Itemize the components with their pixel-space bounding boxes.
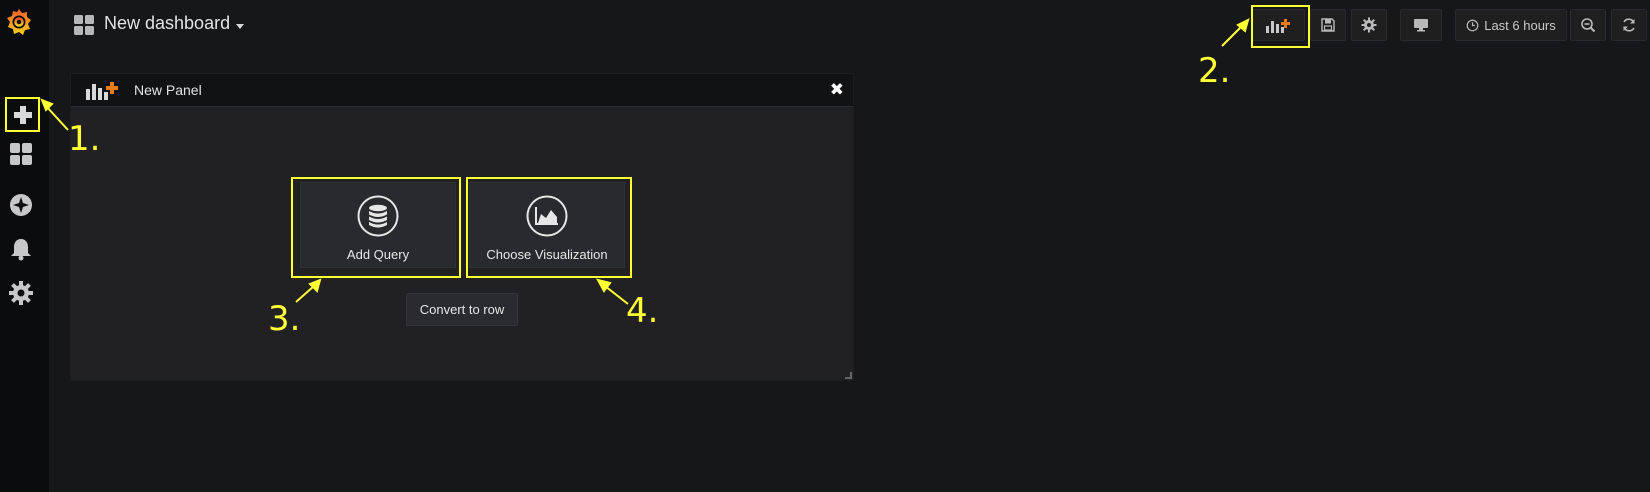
explore-compass-icon[interactable] bbox=[8, 192, 34, 218]
convert-to-row-button[interactable]: Convert to row bbox=[406, 293, 518, 326]
close-icon[interactable]: ✖ bbox=[830, 80, 844, 100]
new-panel: New Panel ✖ Add Query Choose Visualizati… bbox=[70, 73, 854, 381]
gear-icon bbox=[1361, 17, 1377, 33]
annotation-arrow-2 bbox=[1221, 24, 1244, 47]
save-icon bbox=[1321, 18, 1335, 32]
refresh-button[interactable] bbox=[1611, 9, 1647, 41]
bell-icon[interactable] bbox=[8, 236, 34, 262]
annotation-box-3 bbox=[291, 177, 461, 278]
gear-icon[interactable] bbox=[8, 280, 34, 306]
sidebar bbox=[0, 0, 49, 492]
resize-handle-icon[interactable] bbox=[845, 372, 852, 379]
zoom-out-button[interactable] bbox=[1570, 9, 1606, 41]
settings-button[interactable] bbox=[1351, 9, 1387, 41]
refresh-icon bbox=[1623, 18, 1635, 32]
save-button[interactable] bbox=[1310, 9, 1346, 41]
annotation-box-2 bbox=[1251, 5, 1310, 48]
chevron-down-icon[interactable] bbox=[236, 24, 244, 29]
dashboard-grid-icon bbox=[74, 15, 94, 35]
dashboard-title[interactable]: New dashboard bbox=[104, 13, 230, 34]
annotation-box-4 bbox=[466, 177, 632, 278]
panel-header[interactable]: New Panel ✖ bbox=[71, 74, 853, 107]
add-panel-icon bbox=[86, 82, 118, 100]
dashboards-icon[interactable] bbox=[8, 141, 34, 167]
annotation-label-2: 2. bbox=[1198, 51, 1230, 91]
annotation-arrowhead-2 bbox=[1236, 18, 1250, 33]
panel-title: New Panel bbox=[134, 82, 202, 98]
monitor-icon bbox=[1414, 19, 1428, 32]
grafana-logo[interactable] bbox=[5, 7, 33, 37]
annotation-box-1 bbox=[5, 97, 40, 132]
time-range-picker[interactable]: Last 6 hours bbox=[1455, 9, 1567, 41]
time-range-label: Last 6 hours bbox=[1484, 17, 1556, 33]
annotation-arrow-1 bbox=[45, 105, 69, 131]
clock-icon bbox=[1466, 19, 1479, 31]
zoom-out-icon bbox=[1581, 18, 1596, 33]
view-mode-button[interactable] bbox=[1400, 9, 1442, 41]
